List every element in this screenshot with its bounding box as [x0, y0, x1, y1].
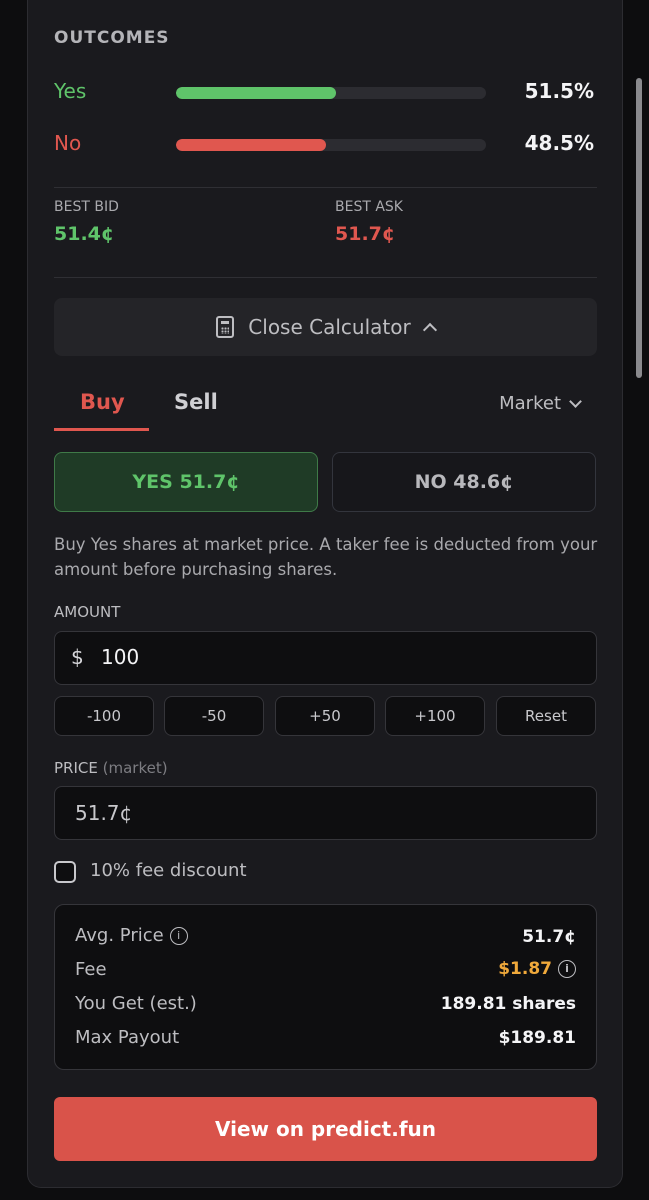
price-value: 51.7¢: [75, 801, 133, 825]
market-panel: OUTCOMES Yes 51.5% No 48.5% BEST BID 51.…: [27, 0, 623, 1188]
calculator-icon: [216, 316, 235, 338]
chevron-up-icon: [422, 322, 437, 338]
outcomes-title: OUTCOMES: [54, 28, 170, 48]
amount-value[interactable]: 100: [101, 645, 139, 669]
max-payout-value: $189.81: [498, 1028, 576, 1048]
info-icon[interactable]: i: [558, 960, 576, 978]
avg-price-label: Avg. Price: [75, 925, 164, 946]
chevron-down-icon: [569, 394, 582, 408]
you-get-label: You Get (est.): [75, 993, 197, 1014]
tab-buy[interactable]: Buy: [80, 390, 125, 414]
order-type-label: Market: [499, 393, 561, 414]
outcome-yes-label: Yes: [54, 79, 87, 103]
outcome-yes-bar: [176, 87, 486, 99]
quick-plus-100-button[interactable]: +100: [385, 696, 485, 736]
outcome-no-label: No: [54, 131, 82, 155]
order-type-select[interactable]: Market: [499, 393, 582, 414]
view-on-predict-fun-button[interactable]: View on predict.fun: [54, 1097, 597, 1161]
scrollbar[interactable]: [636, 78, 642, 378]
price-label-text: PRICE: [54, 759, 98, 777]
outcome-no-bar-fill: [176, 139, 327, 151]
reset-button[interactable]: Reset: [496, 696, 596, 736]
amount-input[interactable]: $ 100: [54, 631, 597, 685]
order-description: Buy Yes shares at market price. A taker …: [54, 535, 598, 579]
best-ask-value: 51.7¢: [335, 223, 396, 245]
avg-price-value: 51.7¢: [522, 927, 576, 947]
max-payout-label: Max Payout: [75, 1027, 180, 1048]
active-tab-indicator: [54, 428, 149, 431]
divider: [54, 187, 597, 188]
currency-symbol: $: [71, 645, 84, 669]
fee-row-value: $1.87 i: [498, 959, 576, 979]
divider: [54, 277, 597, 278]
best-bid-value: 51.4¢: [54, 223, 115, 245]
avg-price-row-label: Avg. Price i: [75, 925, 188, 946]
info-icon[interactable]: i: [169, 927, 188, 945]
order-summary: Avg. Price i 51.7¢ Fee $1.87 i You Get (es…: [54, 904, 597, 1070]
best-ask-label: BEST ASK: [335, 199, 403, 215]
outcome-no-bar: [176, 139, 486, 151]
outcome-yes-bar-fill: [176, 87, 336, 99]
close-calculator-label: Close Calculator: [248, 315, 411, 339]
fee-label: Fee: [75, 959, 107, 980]
price-label: PRICE (market): [54, 759, 168, 777]
amount-label: AMOUNT: [54, 603, 121, 621]
tab-sell[interactable]: Sell: [174, 390, 218, 414]
fee-value: $1.87: [498, 959, 552, 979]
outcome-no-percent: 48.5%: [524, 131, 594, 155]
best-bid-label: BEST BID: [54, 199, 119, 215]
no-side-button[interactable]: NO 48.6¢: [332, 452, 596, 512]
fee-discount-checkbox[interactable]: [54, 861, 76, 883]
quick-minus-50-button[interactable]: -50: [164, 696, 264, 736]
yes-side-button[interactable]: YES 51.7¢: [54, 452, 318, 512]
you-get-value: 189.81 shares: [440, 994, 576, 1014]
fee-discount-label: 10% fee discount: [90, 860, 247, 881]
outcome-yes-percent: 51.5%: [524, 79, 594, 103]
price-input[interactable]: 51.7¢: [54, 786, 597, 840]
close-calculator-button[interactable]: Close Calculator: [54, 298, 597, 356]
quick-minus-100-button[interactable]: -100: [54, 696, 154, 736]
quick-plus-50-button[interactable]: +50: [275, 696, 375, 736]
price-label-hint: (market): [102, 759, 168, 777]
